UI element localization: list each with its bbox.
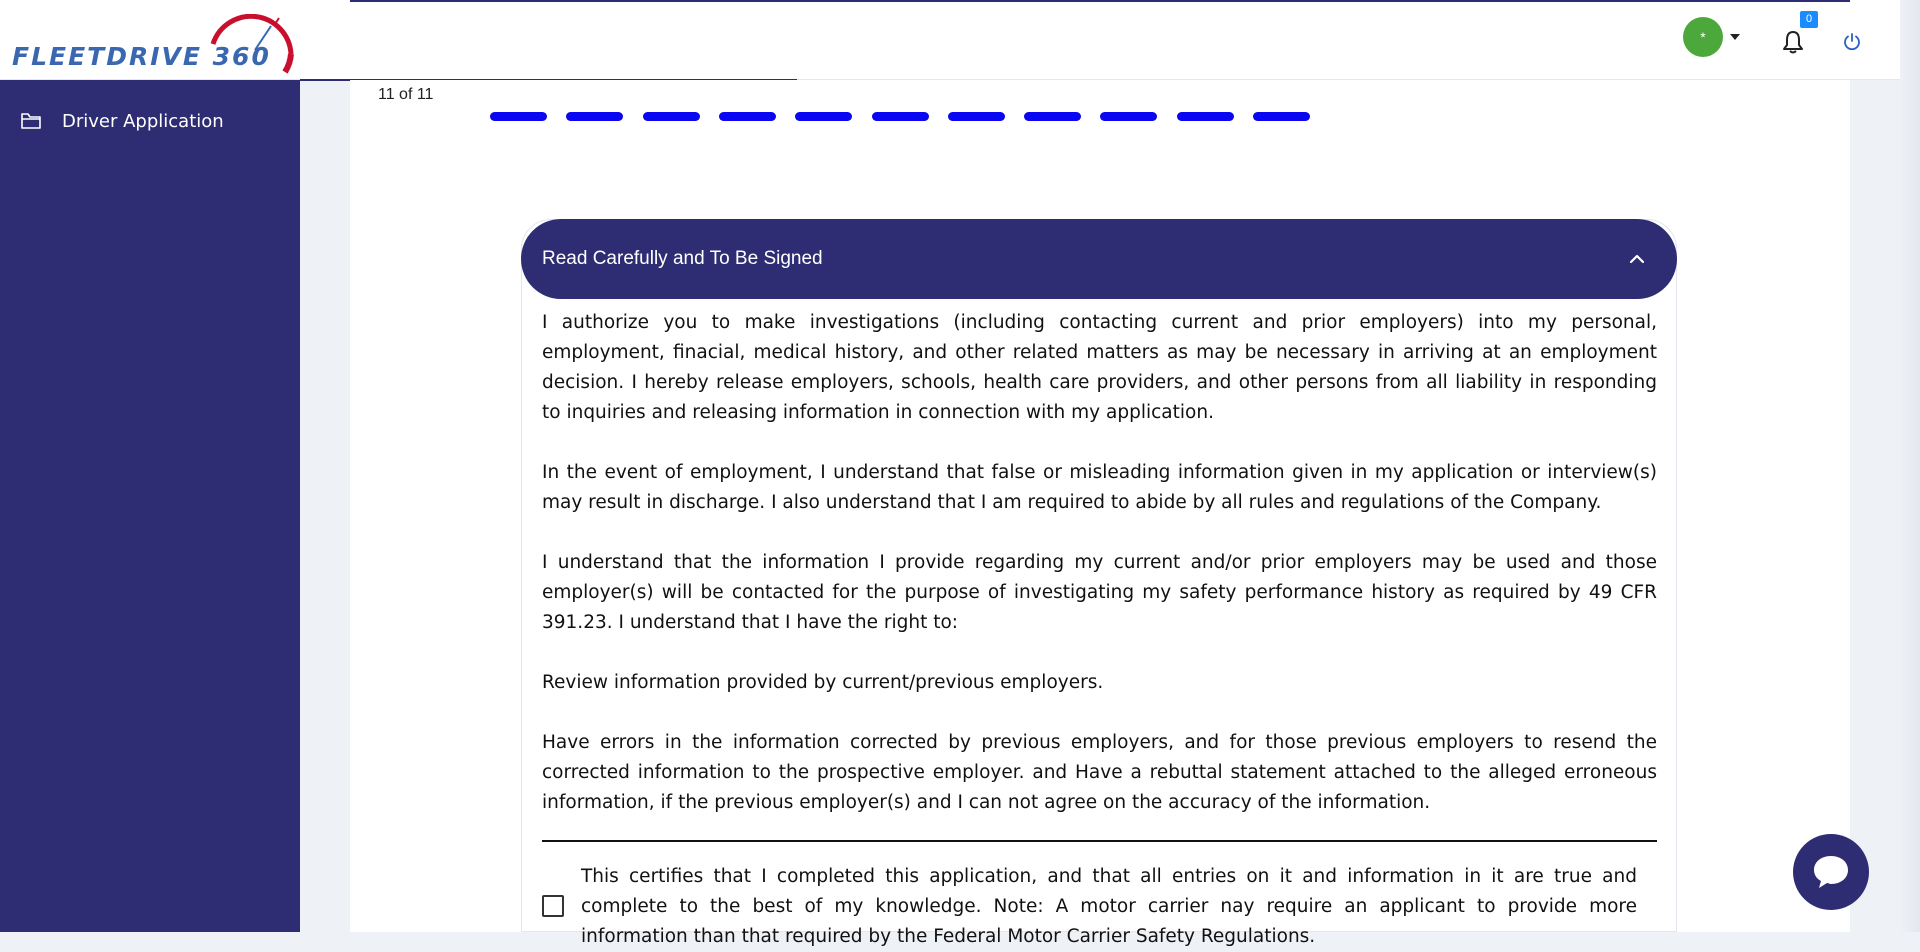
fleetdrive-logo[interactable]: FLEETDRIVE 360	[10, 10, 295, 74]
progress-step-10	[1176, 112, 1234, 121]
certification-checkbox[interactable]	[542, 895, 564, 917]
section-title: Read Carefully and To Be Signed	[542, 248, 823, 269]
top-header: FLEETDRIVE 360 * 0	[0, 0, 1920, 81]
notification-count-badge: 0	[1800, 11, 1818, 28]
progress-step-5	[795, 112, 853, 121]
user-avatar[interactable]: *	[1683, 17, 1723, 57]
chat-bubble-icon	[1814, 856, 1848, 888]
progress-step-11	[1253, 112, 1310, 121]
progress-step-1	[490, 112, 547, 121]
progress-step-6	[871, 112, 929, 121]
sidebar-item-driver-application[interactable]: Driver Application	[20, 106, 224, 136]
sidebar: Driver Application	[0, 80, 300, 932]
information-paragraph: I understand that the information I prov…	[542, 552, 1657, 633]
progress-step-4	[718, 112, 776, 121]
progress-step-3	[642, 112, 700, 121]
step-counter: 11 of 11	[378, 86, 434, 103]
certification-row: This certifies that I completed this app…	[542, 862, 1637, 952]
progress-step-2	[566, 112, 624, 121]
certification-text: This certifies that I completed this app…	[581, 866, 1637, 947]
bell-icon[interactable]	[1782, 30, 1804, 54]
chat-button[interactable]	[1793, 834, 1869, 910]
folder-icon	[21, 113, 41, 129]
authorization-paragraph: I authorize you to make investigations (…	[542, 312, 1657, 423]
progress-step-9	[1100, 112, 1158, 121]
correction-right-paragraph: Have errors in the information corrected…	[542, 732, 1657, 813]
chevron-down-icon[interactable]	[1730, 34, 1740, 40]
speedometer-logo-icon	[210, 14, 294, 74]
accordion-header[interactable]: Read Carefully and To Be Signed	[521, 219, 1677, 299]
page-scrollbar[interactable]	[1900, 0, 1920, 932]
header-top-line	[350, 0, 1850, 2]
chevron-up-icon[interactable]	[1627, 249, 1647, 269]
progress-step-7	[947, 112, 1005, 121]
progress-step-8	[1024, 112, 1082, 121]
section-divider	[542, 840, 1657, 842]
agreement-text: I authorize you to make investigations (…	[542, 308, 1657, 848]
employment-paragraph: In the event of employment, I understand…	[542, 462, 1657, 513]
review-right-paragraph: Review information provided by current/p…	[542, 672, 1104, 693]
sidebar-item-label: Driver Application	[62, 110, 224, 132]
power-icon[interactable]	[1842, 32, 1862, 52]
